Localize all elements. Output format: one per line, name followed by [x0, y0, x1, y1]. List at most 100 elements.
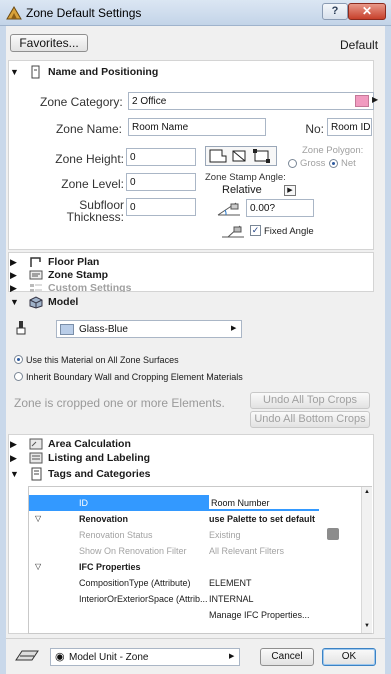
zone-height-label: Zone Height: [55, 152, 124, 166]
area-calculation-icon [29, 438, 43, 450]
stamp-angle-mode-popup[interactable]: ▶ [284, 185, 296, 196]
table-row[interactable]: ▽ Renovation use Palette to set default [29, 511, 361, 527]
gross-label: Gross [300, 158, 326, 169]
row-value: use Palette to set default [209, 514, 316, 524]
material-swatch [60, 324, 74, 335]
close-window-button[interactable]: ✕ [348, 3, 386, 20]
stamp-angle-icon [217, 202, 240, 216]
table-row[interactable]: Manage IFC Properties... [29, 607, 361, 623]
zone-name-input[interactable]: Room Name [128, 118, 266, 136]
manage-ifc-properties-link[interactable]: Manage IFC Properties... [209, 610, 310, 620]
row-name: Renovation [79, 514, 129, 524]
favorites-button[interactable]: Favorites... [10, 34, 88, 52]
zone-level-input[interactable]: 0 [126, 173, 196, 191]
cropped-status-text: Zone is cropped one or more Elements. [14, 396, 225, 410]
zone-level-label: Zone Level: [61, 177, 124, 191]
row-value: All Relevant Filters [209, 546, 285, 556]
polygon-rotated-icon[interactable] [252, 148, 272, 164]
section-tags-categories[interactable]: ▼ Tags and Categories [8, 466, 372, 482]
zone-height-value: 0 [130, 152, 136, 163]
zone-tool-icon [15, 650, 39, 661]
zone-category-color-swatch [355, 95, 369, 107]
expanded-triangle-icon: ▼ [10, 469, 19, 479]
polygon-manual-icon[interactable] [208, 148, 228, 164]
listing-labeling-icon [29, 452, 43, 464]
zone-height-input[interactable]: 0 [126, 148, 196, 166]
table-row[interactable]: Show On Renovation Filter All Relevant F… [29, 543, 361, 559]
row-name: ID [79, 498, 88, 508]
row-name: IFC Properties [79, 562, 141, 572]
table-row[interactable]: ▽ IFC Properties [29, 559, 361, 575]
tags-table-scrollbar[interactable]: ▲ ▼ [361, 487, 372, 633]
window-title: Zone Default Settings [26, 6, 142, 20]
collapsed-triangle-icon: ▶ [10, 439, 17, 449]
material-select[interactable]: Glass-Blue ▶ [56, 320, 242, 338]
table-row[interactable]: CompositionType (Attribute) ELEMENT [29, 575, 361, 591]
zone-no-label: No: [305, 122, 324, 136]
section-label: Tags and Categories [48, 468, 151, 480]
material-value: Glass-Blue [79, 324, 128, 335]
zone-category-select[interactable]: 2 Office [128, 92, 374, 110]
undo-bottom-crops-button[interactable]: Undo All Bottom Crops [250, 411, 370, 428]
row-name: Renovation Status [79, 530, 153, 540]
zone-category-label: Zone Category: [40, 95, 123, 109]
net-radio[interactable] [329, 159, 338, 168]
scroll-down-arrow-icon: ▼ [364, 623, 370, 629]
inherit-materials-label: Inherit Boundary Wall and Cropping Eleme… [26, 372, 243, 382]
row-name: InteriorOrExteriorSpace (Attrib... [79, 594, 208, 604]
zone-name-label: Zone Name: [55, 122, 122, 136]
fixed-angle-label: Fixed Angle [264, 226, 314, 237]
stamp-angle-value: 0.00? [250, 203, 276, 214]
table-row[interactable]: ID Room Number [29, 495, 319, 511]
ok-button[interactable]: OK [322, 648, 376, 666]
dropdown-arrow-icon: ▶ [372, 95, 379, 104]
row-value: INTERNAL [209, 594, 254, 604]
all-surfaces-radio[interactable] [14, 355, 23, 364]
model-unit-select[interactable]: ◉ Model Unit - Zone ▶ [50, 648, 240, 666]
subfloor-thickness-value: 0 [130, 202, 136, 213]
zone-no-value: Room ID [331, 122, 371, 133]
section-listing-labeling[interactable]: ▶ Listing and Labeling [8, 450, 372, 466]
zone-no-input[interactable]: Room ID [327, 118, 372, 136]
gross-radio[interactable] [288, 159, 297, 168]
cancel-button[interactable]: Cancel [260, 648, 314, 666]
undo-top-crops-button[interactable]: Undo All Top Crops [250, 392, 370, 409]
row-name: Show On Renovation Filter [79, 546, 187, 556]
row-value: ELEMENT [209, 578, 252, 588]
section-label: Area Calculation [48, 438, 131, 450]
footer-divider [6, 638, 385, 639]
help-button[interactable]: ? [322, 3, 348, 20]
model-3d-icon [29, 296, 43, 309]
table-row[interactable]: InteriorOrExteriorSpace (Attrib... INTER… [29, 591, 361, 607]
undo-top-crops-label: Undo All Top Crops [263, 394, 357, 406]
table-row[interactable]: Renovation Status Existing [29, 527, 361, 543]
row-value: Room Number [209, 495, 319, 509]
section-label: Model [48, 296, 79, 308]
row-value: Existing [209, 530, 241, 540]
polygon-rectangle-icon[interactable] [230, 148, 250, 164]
zone-category-value: 2 Office [132, 96, 167, 107]
subfloor-thickness-input[interactable]: 0 [126, 198, 196, 216]
collapse-triangle-icon: ▽ [35, 514, 42, 523]
default-label: Default [340, 38, 379, 52]
undo-bottom-crops-label: Undo All Bottom Crops [254, 413, 366, 425]
all-surfaces-label: Use this Material on All Zone Surfaces [26, 355, 179, 365]
inherit-materials-radio[interactable] [14, 372, 23, 381]
subfloor-label-line2: Thickness: [66, 210, 124, 224]
fixed-angle-checkbox[interactable]: ✓ [250, 225, 261, 236]
section-name-positioning[interactable]: ▼ Name and Positioning [8, 64, 372, 80]
eye-icon: ◉ [55, 651, 65, 663]
ok-label: OK [341, 651, 357, 662]
stamp-angle-input[interactable]: 0.00? [246, 199, 314, 217]
title-bar: Zone Default Settings ? ✕ [0, 0, 391, 26]
fixed-angle-icon [222, 225, 244, 238]
material-brush-icon [16, 321, 26, 335]
collapse-triangle-icon: ▽ [35, 562, 42, 571]
dropdown-arrow-icon: ▶ [231, 325, 237, 332]
stamp-angle-mode-value: Relative [222, 184, 262, 196]
zone-polygon-label: Zone Polygon: [302, 145, 364, 156]
section-model[interactable]: ▼ Model [8, 294, 372, 310]
scroll-up-arrow-icon: ▲ [364, 489, 370, 495]
expanded-triangle-icon: ▼ [10, 297, 19, 307]
window-frame-right [385, 26, 391, 674]
